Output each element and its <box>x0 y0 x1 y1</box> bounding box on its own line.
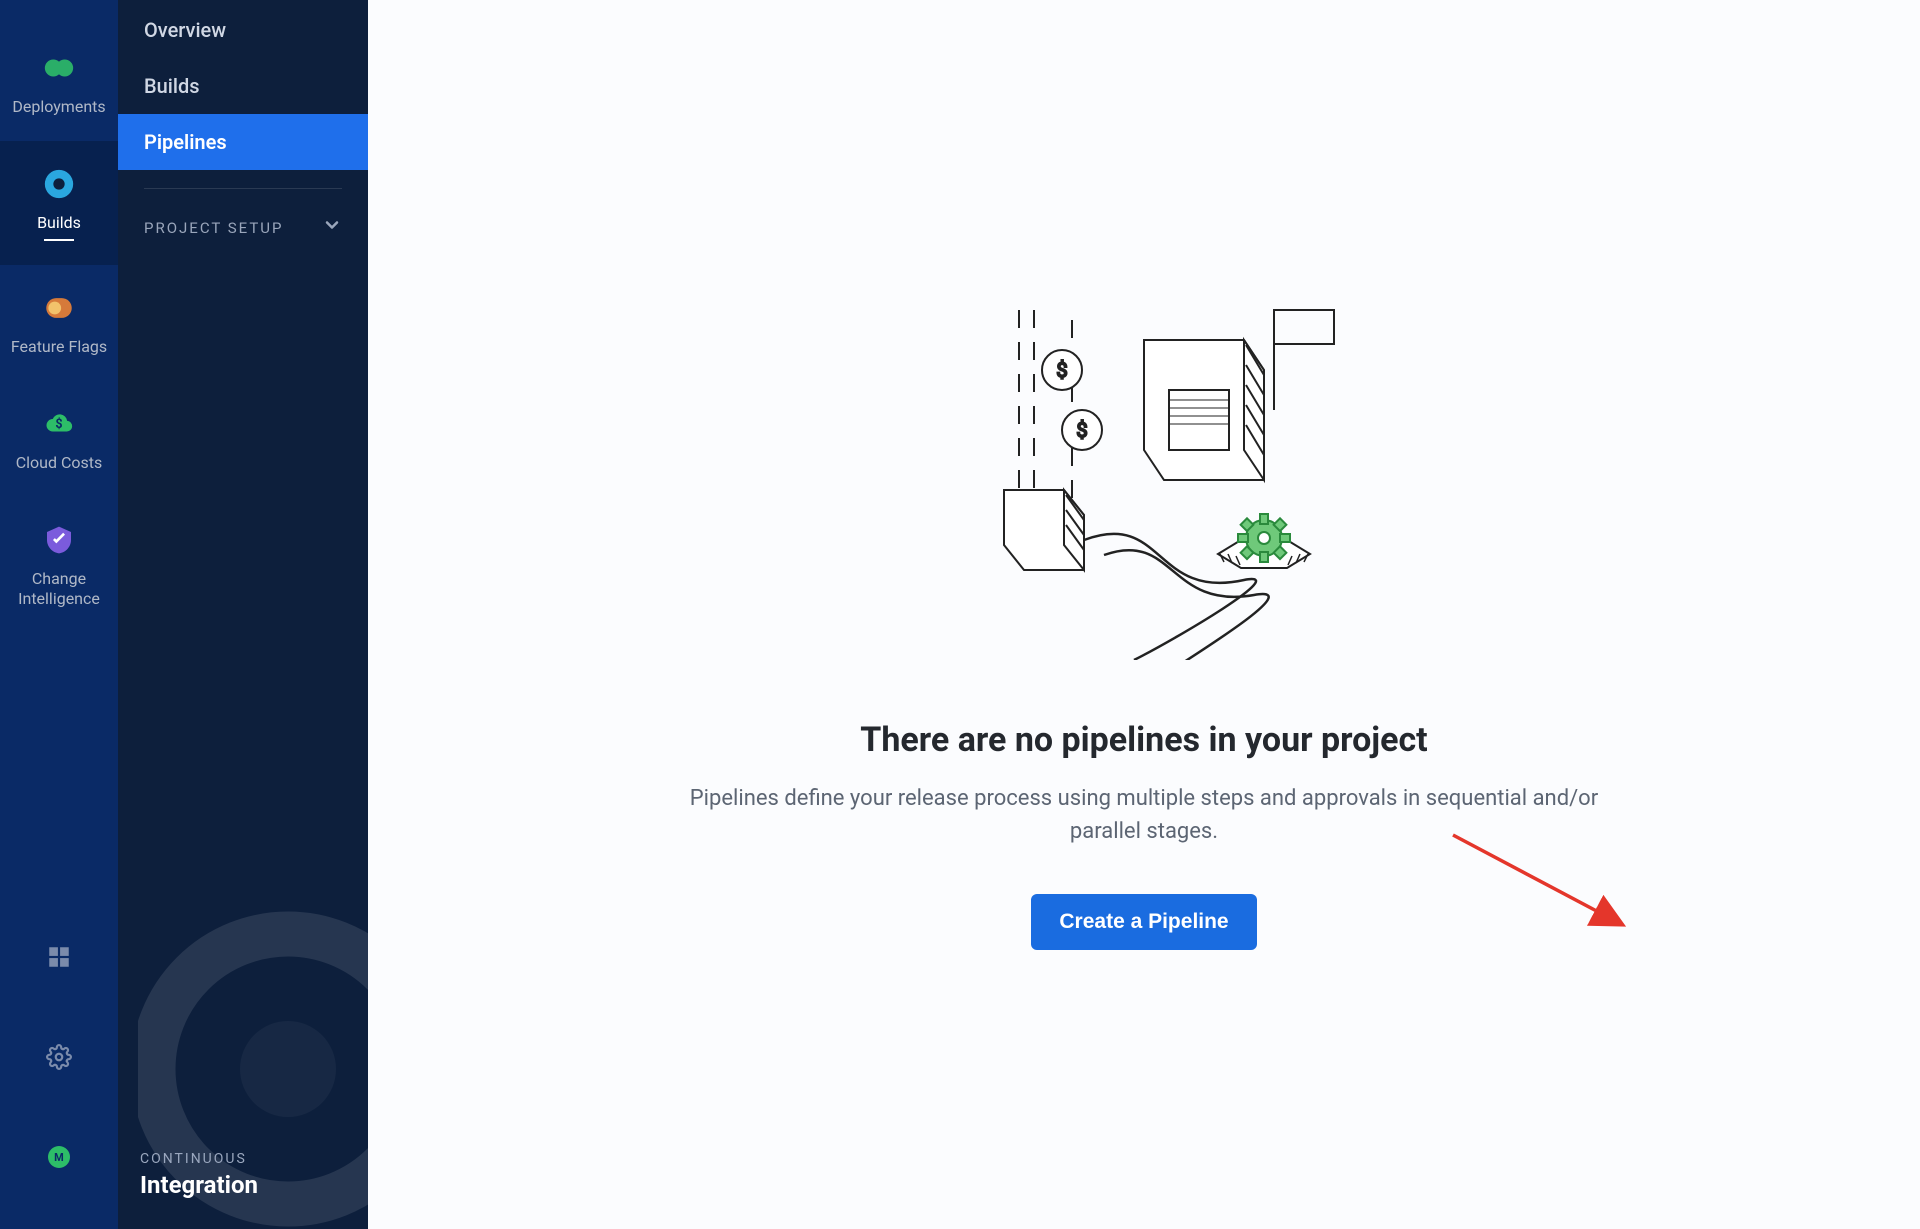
svg-text:M: M <box>54 1151 64 1164</box>
deployments-icon <box>40 49 78 87</box>
sidebar-project-setup-label: PROJECT SETUP <box>144 219 283 237</box>
sidebar-item-pipelines[interactable]: Pipelines <box>118 114 368 170</box>
empty-illustration: $ $ <box>934 280 1354 660</box>
change-intel-icon <box>40 521 78 559</box>
create-pipeline-button[interactable]: Create a Pipeline <box>1031 894 1256 950</box>
sidebar-project-setup[interactable]: PROJECT SETUP <box>118 189 368 248</box>
sidebar-item-builds[interactable]: Builds <box>118 58 368 114</box>
cloud-costs-icon: $ <box>40 405 78 443</box>
settings-icon[interactable] <box>45 1043 73 1071</box>
rail-label-builds: Builds <box>37 213 81 233</box>
app-root: Deployments Builds Feature Flags <box>0 0 1920 1229</box>
icon-rail: Deployments Builds Feature Flags <box>0 0 118 1229</box>
sidebar-footer-small: CONTINUOUS <box>140 1151 346 1167</box>
rail-label-cloud-costs: Cloud Costs <box>16 453 103 473</box>
sidebar-item-overview[interactable]: Overview <box>118 2 368 58</box>
svg-text:$: $ <box>55 417 62 432</box>
empty-state-title: There are no pipelines in your project <box>860 720 1427 760</box>
rail-active-underline <box>44 239 74 241</box>
builds-icon <box>40 165 78 203</box>
rail-item-change-intel[interactable]: Change Intelligence <box>0 497 118 633</box>
feature-flags-icon <box>40 289 78 327</box>
svg-text:$: $ <box>1056 358 1067 382</box>
rail-item-cloud-costs[interactable]: $ Cloud Costs <box>0 381 118 497</box>
user-badge-icon[interactable]: M <box>45 1143 73 1171</box>
rail-item-builds[interactable]: Builds <box>0 141 118 265</box>
rail-item-deployments[interactable]: Deployments <box>0 25 118 141</box>
dashboard-icon[interactable] <box>45 943 73 971</box>
rail-label-feature-flags: Feature Flags <box>11 337 107 357</box>
svg-text:$: $ <box>1076 418 1087 442</box>
empty-state-description: Pipelines define your release process us… <box>654 782 1634 848</box>
sidebar-footer-big: Integration <box>140 1171 346 1199</box>
main-content: $ $ <box>368 0 1920 1229</box>
rail-bottom: M <box>0 907 118 1229</box>
sidebar: Overview Builds Pipelines PROJECT SETUP … <box>118 0 368 1229</box>
rail-label-change-intel: Change Intelligence <box>18 569 100 609</box>
rail-item-feature-flags[interactable]: Feature Flags <box>0 265 118 381</box>
chevron-down-icon <box>322 215 342 240</box>
rail-label-deployments: Deployments <box>12 97 105 117</box>
sidebar-footer: CONTINUOUS Integration <box>118 1123 368 1229</box>
